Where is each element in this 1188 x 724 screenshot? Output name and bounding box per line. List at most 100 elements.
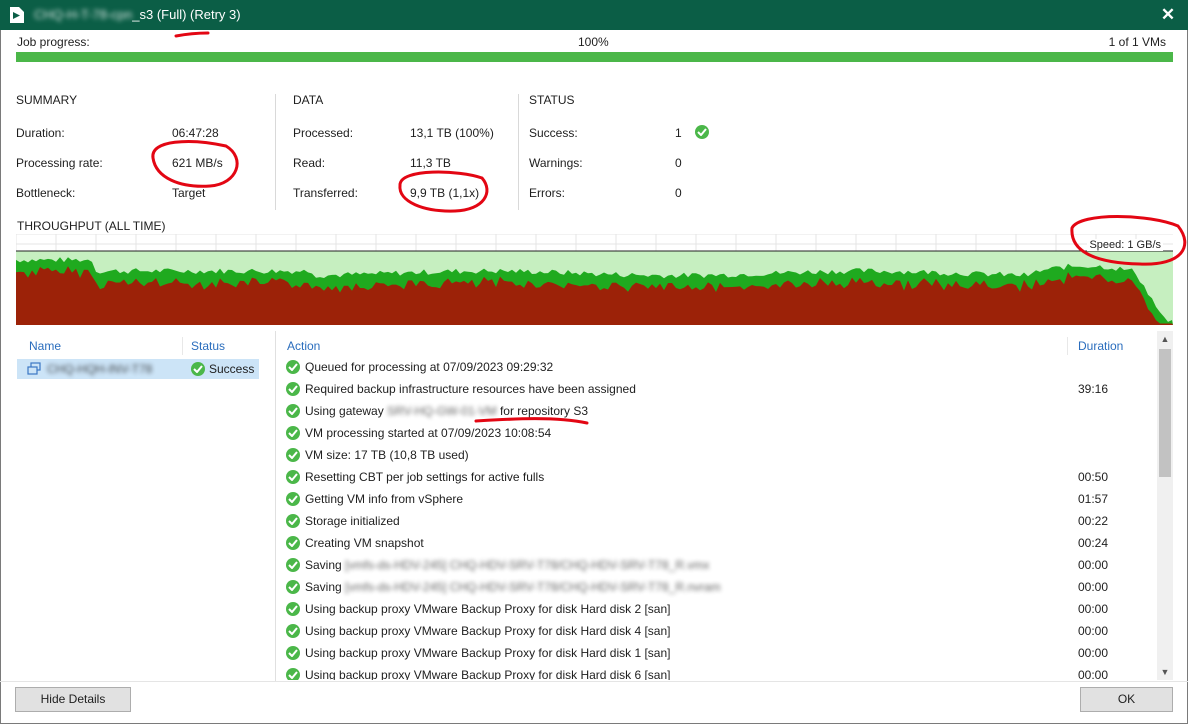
action-text: Creating VM snapshot xyxy=(305,536,424,550)
action-duration: 00:22 xyxy=(1078,514,1109,528)
action-text-prefix: Saving xyxy=(305,558,346,572)
errors-label: Errors: xyxy=(529,186,565,200)
action-col-header[interactable]: Action xyxy=(287,339,320,353)
data-heading: DATA xyxy=(293,93,324,107)
vm-col-name[interactable]: Name xyxy=(29,339,61,353)
action-row[interactable]: Using backup proxy VMware Backup Proxy f… xyxy=(281,665,1161,680)
vm-success-icon xyxy=(191,362,205,376)
close-icon[interactable]: ✕ xyxy=(1148,0,1188,30)
action-log: Action Duration Queued for processing at… xyxy=(281,331,1174,680)
processed-value: 13,1 TB (100%) xyxy=(410,126,494,140)
chart-grid xyxy=(16,234,1173,251)
scroll-down-icon[interactable]: ▼ xyxy=(1157,664,1173,680)
vm-row[interactable]: CHQ-HQH-INV-T78 Success xyxy=(17,359,259,379)
action-row[interactable]: Storage initialized 00:22 xyxy=(281,511,1161,533)
action-text: Using backup proxy VMware Backup Proxy f… xyxy=(305,602,671,616)
job-progress-label: Job progress: xyxy=(17,35,90,49)
action-duration: 00:50 xyxy=(1078,470,1109,484)
action-row[interactable]: Resetting CBT per job settings for activ… xyxy=(281,467,1161,489)
action-row[interactable]: Required backup infrastructure resources… xyxy=(281,379,1161,401)
speed-label: Speed: 1 GB/s xyxy=(1087,239,1163,251)
action-text: Using backup proxy VMware Backup Proxy f… xyxy=(305,646,671,660)
action-duration: 00:00 xyxy=(1078,646,1109,660)
action-duration: 00:24 xyxy=(1078,536,1109,550)
warnings-label: Warnings: xyxy=(529,156,583,170)
action-success-icon xyxy=(286,404,300,418)
window-title-suffix: _s3 (Full) (Retry 3) xyxy=(132,7,241,22)
action-success-icon xyxy=(286,470,300,484)
action-duration: 00:00 xyxy=(1078,602,1109,616)
read-label: Read: xyxy=(293,156,326,170)
action-text: Saving [vmfs-ds-HDV-245] CHQ-HDV-SRV-T78… xyxy=(305,558,709,572)
action-success-icon xyxy=(286,448,300,462)
action-text-redacted: [vmfs-ds-HDV-245] CHQ-HDV-SRV-T78/CHQ-HD… xyxy=(345,558,710,572)
action-row[interactable]: VM size: 17 TB (10,8 TB used) xyxy=(281,445,1161,467)
transferred-label: Transferred: xyxy=(293,186,358,200)
action-text: Required backup infrastructure resources… xyxy=(305,382,636,396)
action-duration: 39:16 xyxy=(1078,382,1109,396)
action-text-prefix: Saving xyxy=(305,580,346,594)
hide-details-button[interactable]: Hide Details xyxy=(15,687,131,712)
action-duration: 00:00 xyxy=(1078,668,1109,680)
status-heading: STATUS xyxy=(529,93,575,107)
action-row[interactable]: VM processing started at 07/09/2023 10:0… xyxy=(281,423,1161,445)
action-duration: 00:00 xyxy=(1078,580,1109,594)
read-value: 11,3 TB xyxy=(410,156,451,170)
action-text: Using gateway SRV-HQ-GW-01-VM for reposi… xyxy=(305,404,588,418)
processing-rate-value: 621 MB/s xyxy=(172,156,223,170)
action-log-scrollbar[interactable]: ▲ ▼ xyxy=(1157,331,1173,680)
vm-icon xyxy=(27,362,41,375)
action-success-icon xyxy=(286,580,300,594)
action-col-divider xyxy=(1067,337,1068,355)
vm-name: CHQ-HQH-INV-T78 xyxy=(47,362,153,376)
action-row[interactable]: Getting VM info from vSphere 01:57 xyxy=(281,489,1161,511)
action-row[interactable]: Using backup proxy VMware Backup Proxy f… xyxy=(281,643,1161,665)
processing-rate-label: Processing rate: xyxy=(16,156,103,170)
success-check-icon xyxy=(695,125,709,139)
action-success-icon xyxy=(286,536,300,550)
action-success-icon xyxy=(286,492,300,506)
scroll-up-icon[interactable]: ▲ xyxy=(1157,331,1173,347)
action-success-icon xyxy=(286,602,300,616)
action-row[interactable]: Using backup proxy VMware Backup Proxy f… xyxy=(281,621,1161,643)
action-text-redacted: SRV-HQ-GW-01-VM xyxy=(387,404,497,418)
scroll-thumb[interactable] xyxy=(1159,349,1171,477)
action-row[interactable]: Creating VM snapshot 00:24 xyxy=(281,533,1161,555)
action-row[interactable]: Saving [vmfs-ds-HDV-245] CHQ-HDV-SRV-T78… xyxy=(281,577,1161,599)
vm-list: Name Status CHQ-HQH-INV-T78 Success xyxy=(16,331,274,680)
data-divider xyxy=(518,94,519,210)
vm-col-divider xyxy=(182,337,183,355)
action-text: Using backup proxy VMware Backup Proxy f… xyxy=(305,668,671,680)
bottleneck-value: Target xyxy=(172,186,206,200)
errors-value: 0 xyxy=(675,186,682,200)
action-row[interactable]: Using backup proxy VMware Backup Proxy f… xyxy=(281,599,1161,621)
job-progress-vms: 1 of 1 VMs xyxy=(1108,35,1166,49)
transferred-value: 9,9 TB (1,1x) xyxy=(410,186,480,200)
duration-value: 06:47:28 xyxy=(172,126,219,140)
action-row[interactable]: Using gateway SRV-HQ-GW-01-VM for reposi… xyxy=(281,401,1161,423)
action-duration: 00:00 xyxy=(1078,624,1109,638)
summary-divider xyxy=(275,94,276,210)
job-progress-percent: 100% xyxy=(578,35,609,49)
action-text: Getting VM info from vSphere xyxy=(305,492,464,506)
action-success-icon xyxy=(286,646,300,660)
duration-col-header[interactable]: Duration xyxy=(1078,339,1123,353)
action-row[interactable]: Queued for processing at 07/09/2023 09:2… xyxy=(281,357,1161,379)
success-label: Success: xyxy=(529,126,578,140)
processed-label: Processed: xyxy=(293,126,354,140)
vm-status: Success xyxy=(209,362,255,376)
throughput-title: THROUGHPUT (ALL TIME) xyxy=(17,219,166,233)
action-text: Saving [vmfs-ds-HDV-245] CHQ-HDV-SRV-T78… xyxy=(305,580,721,594)
job-progress-bar xyxy=(16,52,1173,62)
action-duration: 00:00 xyxy=(1078,558,1109,572)
ok-button[interactable]: OK xyxy=(1080,687,1173,712)
throughput-chart: Speed: 1 GB/s xyxy=(16,234,1173,325)
window-title-blurred: CHQ-H-T-78-cpn xyxy=(34,7,133,22)
bottleneck-label: Bottleneck: xyxy=(16,186,76,200)
vm-col-status[interactable]: Status xyxy=(191,339,225,353)
window-title: CHQ-H-T-78-cpn_s3 (Full) (Retry 3) xyxy=(34,7,241,22)
job-progress-fill xyxy=(16,52,1173,62)
pane-divider[interactable] xyxy=(275,331,276,681)
veeam-job-icon xyxy=(10,7,24,23)
action-row[interactable]: Saving [vmfs-ds-HDV-245] CHQ-HDV-SRV-T78… xyxy=(281,555,1161,577)
